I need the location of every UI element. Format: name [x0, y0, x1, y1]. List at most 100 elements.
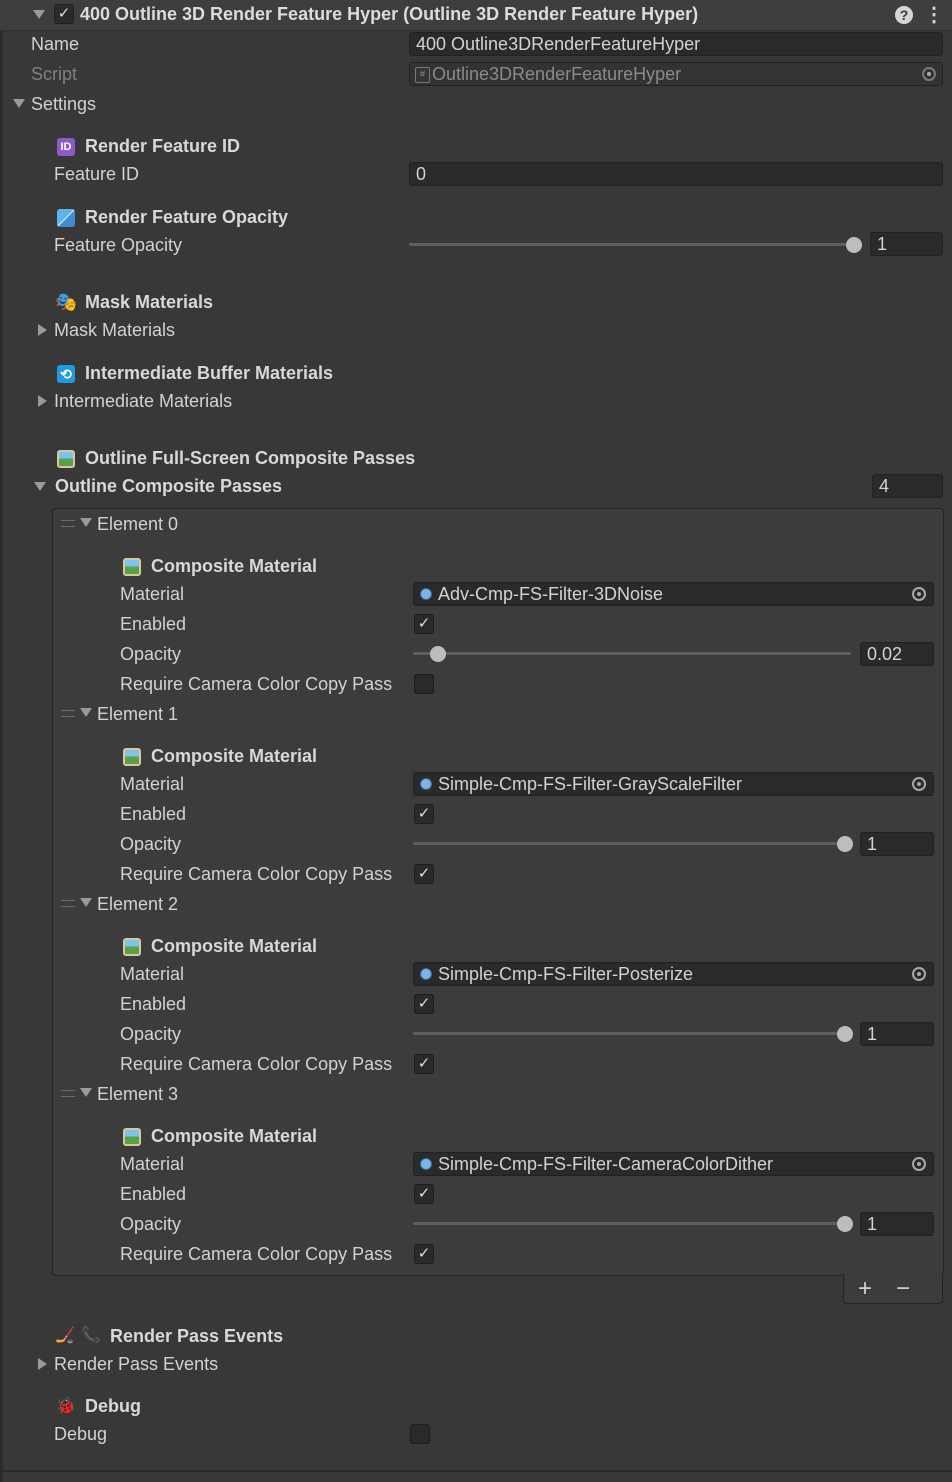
debug-label: Debug [54, 1424, 108, 1444]
object-picker-icon[interactable] [912, 587, 926, 601]
require-copy-pass-label: Require Camera Color Copy Pass [120, 1054, 393, 1074]
foldout-arrow-icon[interactable] [33, 10, 45, 19]
drag-handle-icon[interactable] [61, 520, 75, 527]
debug-checkbox[interactable] [410, 1424, 430, 1444]
opacity-slider-knob[interactable] [837, 1026, 853, 1042]
composite-passes-foldout-icon[interactable] [34, 482, 46, 491]
element-foldout-icon[interactable] [80, 518, 92, 527]
intermediate-materials-label[interactable]: Intermediate Materials [54, 391, 232, 412]
require-copy-pass-label: Require Camera Color Copy Pass [120, 864, 393, 884]
script-field: Outline3DRenderFeatureHyper [409, 62, 943, 86]
object-picker-icon[interactable] [912, 967, 926, 981]
component-title: 400 Outline 3D Render Feature Hyper (Out… [80, 4, 699, 24]
render-pass-events-title: Render Pass Events [110, 1326, 284, 1346]
element-foldout-icon[interactable] [80, 708, 92, 717]
opacity-label: Opacity [120, 644, 182, 664]
component-enabled-checkbox[interactable]: ✓ [54, 4, 74, 24]
picture-icon [123, 558, 141, 576]
require-copy-pass-checkbox[interactable] [414, 674, 434, 694]
opacity-slider[interactable] [413, 842, 851, 845]
material-sphere-icon [420, 968, 432, 980]
drag-handle-icon[interactable] [61, 710, 75, 717]
material-value: Simple-Cmp-FS-Filter-Posterize [438, 964, 694, 984]
composite-passes-count-field[interactable]: 4 [872, 474, 943, 498]
drag-handle-icon[interactable] [61, 1090, 75, 1097]
feature-opacity-slider-knob[interactable] [846, 237, 862, 253]
render-feature-id-title: Render Feature ID [85, 136, 241, 156]
opacity-slider-knob[interactable] [837, 1216, 853, 1232]
material-sphere-icon [420, 1158, 432, 1170]
picture-icon [123, 1128, 141, 1146]
opacity-slider[interactable] [413, 1032, 851, 1035]
material-field[interactable]: Simple-Cmp-FS-Filter-GrayScaleFilter [413, 772, 934, 796]
enabled-checkbox[interactable]: ✓ [414, 994, 434, 1014]
phone-icon: 📞 [81, 1327, 101, 1344]
drag-handle-icon[interactable] [61, 900, 75, 907]
composite-material-title: Composite Material [151, 556, 318, 576]
opacity-field[interactable]: 1 [860, 832, 934, 856]
enabled-label: Enabled [120, 994, 187, 1014]
composite-passes-label[interactable]: Outline Composite Passes [55, 476, 282, 497]
opacity-field[interactable]: 1 [860, 1022, 934, 1046]
element-label[interactable]: Element 0 [97, 514, 178, 535]
feature-id-label: Feature ID [54, 164, 140, 184]
material-label: Material [120, 774, 185, 794]
mask-materials-label[interactable]: Mask Materials [54, 320, 175, 341]
element-label[interactable]: Element 1 [97, 704, 178, 725]
settings-foldout-icon[interactable] [13, 99, 25, 108]
require-copy-pass-checkbox[interactable]: ✓ [414, 864, 434, 884]
material-field[interactable]: Simple-Cmp-FS-Filter-CameraColorDither [413, 1152, 934, 1176]
object-picker-icon[interactable] [912, 777, 926, 791]
theater-masks-icon: 🎭 [55, 292, 78, 312]
opacity-slider-knob[interactable] [430, 646, 446, 662]
element-label[interactable]: Element 3 [97, 1084, 178, 1105]
intermediate-foldout-icon[interactable] [38, 395, 47, 407]
require-copy-pass-label: Require Camera Color Copy Pass [120, 1244, 393, 1264]
element-foldout-icon[interactable] [80, 1088, 92, 1097]
material-field[interactable]: Adv-Cmp-FS-Filter-3DNoise [413, 582, 934, 606]
material-label: Material [120, 1154, 185, 1174]
mask-materials-foldout-icon[interactable] [38, 324, 47, 336]
material-value: Simple-Cmp-FS-Filter-CameraColorDither [438, 1154, 774, 1174]
render-pass-events-foldout-icon[interactable] [38, 1358, 47, 1370]
opacity-field[interactable]: 0.02 [860, 642, 934, 666]
feature-opacity-label: Feature Opacity [54, 235, 183, 255]
material-value: Simple-Cmp-FS-Filter-GrayScaleFilter [438, 774, 743, 794]
enabled-checkbox[interactable]: ✓ [414, 1184, 434, 1204]
material-field[interactable]: Simple-Cmp-FS-Filter-Posterize [413, 962, 934, 986]
element-foldout-icon[interactable] [80, 898, 92, 907]
opacity-label: Opacity [120, 1024, 182, 1044]
object-picker-icon[interactable] [912, 1157, 926, 1171]
opacity-field[interactable]: 1 [860, 1212, 934, 1236]
help-icon[interactable]: ? [895, 6, 913, 24]
kebab-menu-icon[interactable]: ⋮ [924, 3, 944, 27]
picture-icon [123, 748, 141, 766]
picture-icon [123, 938, 141, 956]
opacity-slider[interactable] [413, 652, 851, 655]
feature-id-field[interactable]: 0 [409, 162, 943, 186]
mask-materials-title: Mask Materials [85, 292, 214, 312]
inspector-left-edge [0, 0, 3, 1482]
feature-opacity-slider[interactable] [409, 243, 854, 246]
settings-label[interactable]: Settings [31, 94, 96, 115]
require-copy-pass-checkbox[interactable]: ✓ [414, 1244, 434, 1264]
enabled-checkbox[interactable]: ✓ [414, 804, 434, 824]
opacity-label: Opacity [120, 834, 182, 854]
remove-element-button[interactable]: − [896, 1275, 910, 1303]
enabled-label: Enabled [120, 614, 187, 634]
debug-title: Debug [85, 1396, 141, 1416]
require-copy-pass-checkbox[interactable]: ✓ [414, 1054, 434, 1074]
enabled-checkbox[interactable]: ✓ [414, 614, 434, 634]
composite-material-title: Composite Material [151, 1126, 318, 1146]
opacity-slider-knob[interactable] [837, 836, 853, 852]
add-element-button[interactable]: + [858, 1275, 872, 1303]
opacity-label: Opacity [120, 1214, 182, 1234]
material-sphere-icon [420, 778, 432, 790]
material-sphere-icon [420, 588, 432, 600]
element-label[interactable]: Element 2 [97, 894, 178, 915]
feature-opacity-field[interactable]: 1 [870, 232, 943, 256]
render-pass-events-label[interactable]: Render Pass Events [54, 1354, 218, 1375]
opacity-slider[interactable] [413, 1222, 851, 1225]
intermediate-buffer-title: Intermediate Buffer Materials [85, 363, 334, 383]
name-field[interactable]: 400 Outline3DRenderFeatureHyper [409, 32, 943, 56]
